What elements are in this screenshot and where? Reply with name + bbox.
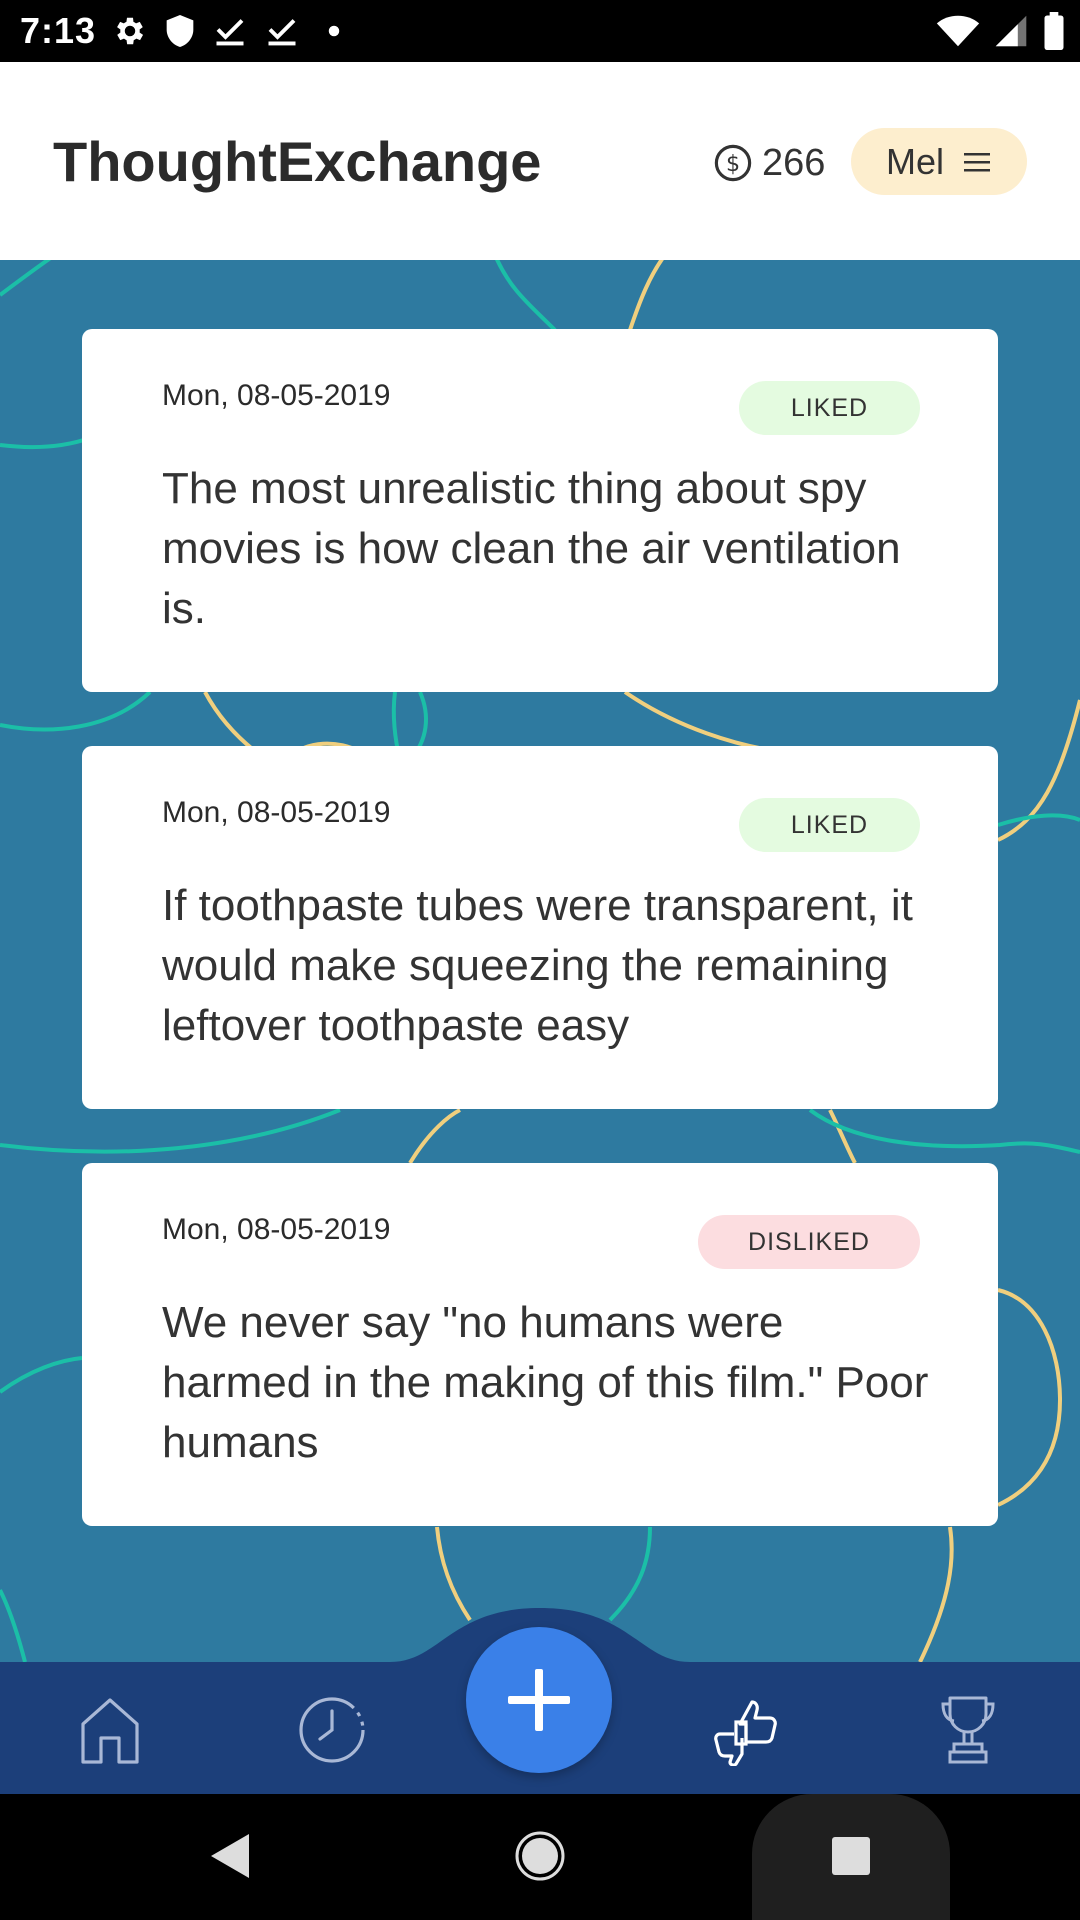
status-badge: LIKED — [739, 381, 920, 435]
gear-icon — [117, 17, 144, 45]
battery-icon — [1044, 12, 1064, 50]
thoughts-feed: Mon, 08-05-2019 LIKED The most unrealist… — [0, 260, 1080, 1662]
back-icon — [211, 1834, 249, 1878]
system-recents-button[interactable] — [821, 1826, 881, 1886]
system-home-button[interactable] — [510, 1826, 570, 1886]
thought-card[interactable]: Mon, 08-05-2019 LIKED The most unrealist… — [82, 329, 998, 692]
status-bar: 7:13 — [0, 0, 1080, 62]
thought-date: Mon, 08-05-2019 — [162, 379, 391, 412]
screen: 7:13 ThoughtExchange $ 266 Mel Mon, 08-0… — [0, 0, 1080, 1920]
system-back-button[interactable] — [200, 1826, 260, 1886]
app-header: ThoughtExchange $ 266 Mel — [0, 62, 1080, 260]
download-done-icon — [268, 19, 296, 46]
svg-text:$: $ — [726, 151, 740, 177]
nav-home[interactable] — [70, 1690, 150, 1770]
recents-icon — [832, 1837, 870, 1875]
thought-text: The most unrealistic thing about spy mov… — [162, 464, 901, 633]
shield-icon — [166, 15, 194, 47]
nav-history[interactable] — [292, 1690, 372, 1770]
user-menu-button[interactable]: Mel — [851, 128, 1027, 195]
trophy-icon — [941, 1696, 995, 1764]
add-thought-button[interactable] — [466, 1627, 612, 1773]
hamburger-icon — [964, 152, 990, 171]
status-badge: LIKED — [739, 798, 920, 852]
thought-text: If toothpaste tubes were transparent, it… — [162, 881, 913, 1050]
dollar-coin-icon: $ — [714, 144, 752, 182]
history-icon — [299, 1697, 365, 1763]
thought-text: We never say "no humans were harmed in t… — [162, 1298, 929, 1467]
download-done-icon — [216, 19, 244, 46]
wifi-icon — [936, 15, 980, 47]
coin-count: 266 — [762, 141, 826, 184]
user-name: Mel — [885, 140, 944, 182]
status-icons-right — [936, 10, 1066, 52]
thought-card[interactable]: Mon, 08-05-2019 LIKED If toothpaste tube… — [82, 746, 998, 1109]
thought-date: Mon, 08-05-2019 — [162, 796, 391, 829]
home-circle-icon — [515, 1831, 565, 1881]
app-title: ThoughtExchange — [53, 130, 542, 193]
coin-balance: $ 266 — [714, 140, 825, 186]
add-icon — [508, 1669, 570, 1731]
thought-date: Mon, 08-05-2019 — [162, 1213, 391, 1246]
status-icons-left — [112, 10, 352, 52]
nav-leaderboard[interactable] — [928, 1690, 1008, 1770]
dot-icon — [328, 25, 340, 37]
thought-card[interactable]: Mon, 08-05-2019 DISLIKED We never say "n… — [82, 1163, 998, 1526]
nav-reactions[interactable] — [706, 1690, 786, 1770]
status-time: 7:13 — [20, 10, 97, 51]
status-badge: DISLIKED — [698, 1215, 920, 1269]
home-icon — [81, 1698, 139, 1764]
signal-icon — [995, 15, 1027, 47]
reactions-icon — [714, 1700, 777, 1766]
